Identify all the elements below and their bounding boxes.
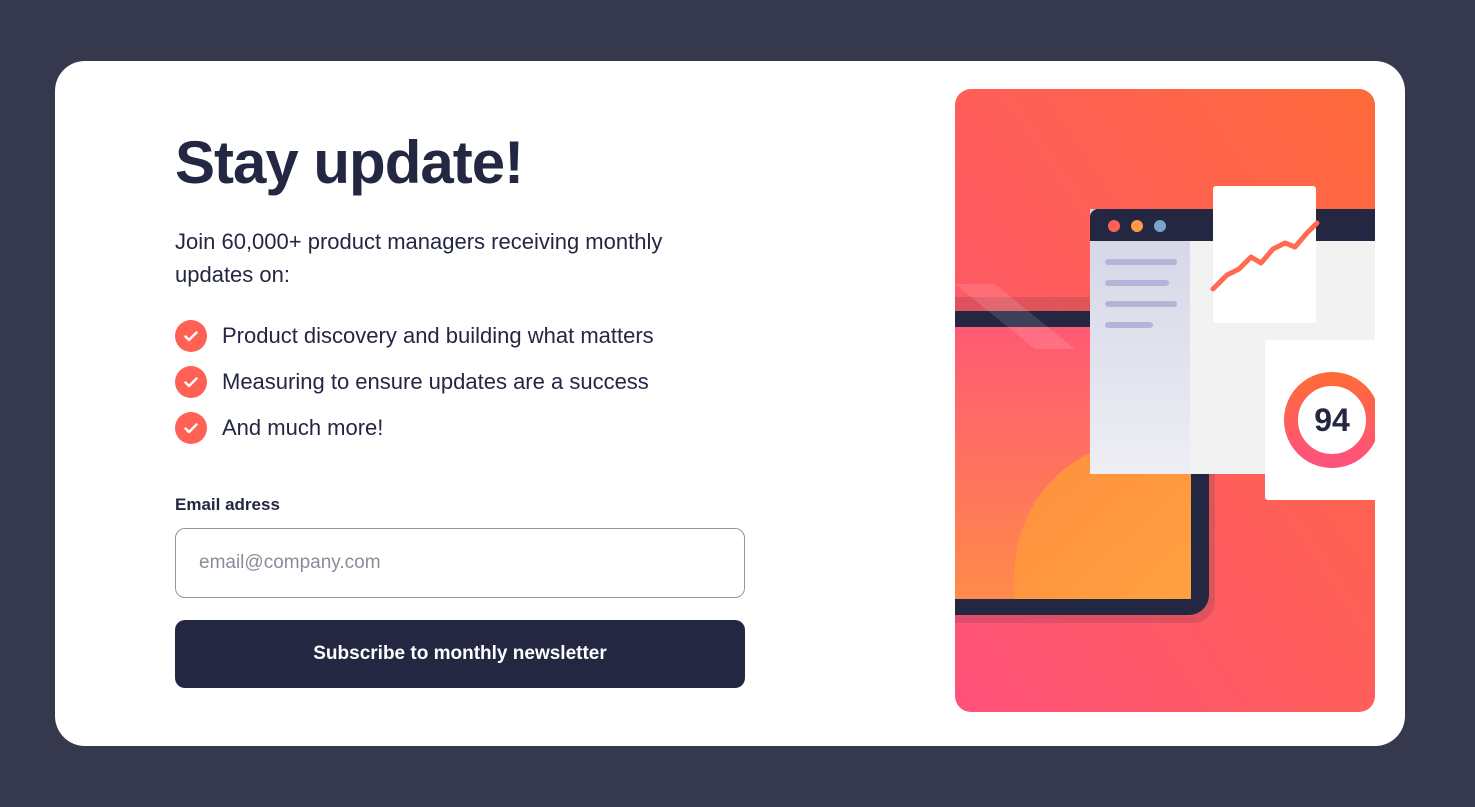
score-value: 94 bbox=[1314, 402, 1350, 438]
feature-text: Product discovery and building what matt… bbox=[222, 323, 654, 348]
signup-card: Stay update! Join 60,000+ product manage… bbox=[55, 61, 1405, 746]
email-field[interactable] bbox=[175, 528, 745, 598]
check-icon bbox=[175, 320, 207, 352]
list-item: Measuring to ensure updates are a succes… bbox=[175, 359, 775, 405]
check-icon bbox=[175, 412, 207, 444]
email-label: Email adress bbox=[175, 495, 280, 514]
signup-form-section: Stay update! Join 60,000+ product manage… bbox=[175, 131, 775, 688]
feature-text: And much more! bbox=[222, 415, 384, 440]
illustration-graphic: 94 bbox=[955, 89, 1375, 712]
feature-text: Measuring to ensure updates are a succes… bbox=[222, 369, 649, 394]
feature-list: Product discovery and building what matt… bbox=[175, 313, 775, 451]
check-icon bbox=[175, 366, 207, 398]
illustration: 94 bbox=[955, 89, 1375, 712]
subscribe-button[interactable]: Subscribe to monthly newsletter bbox=[175, 620, 745, 688]
intro-text: Join 60,000+ product managers receiving … bbox=[175, 229, 663, 287]
list-item: And much more! bbox=[175, 405, 775, 451]
page-title: Stay update! bbox=[175, 129, 524, 196]
list-item: Product discovery and building what matt… bbox=[175, 313, 775, 359]
